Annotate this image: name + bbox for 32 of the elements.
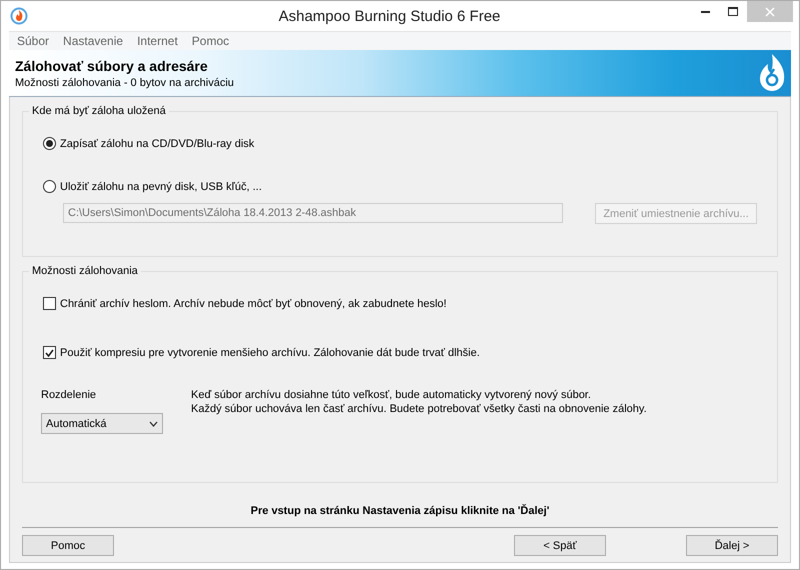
wizard-button[interactable]: Ďalej >: [686, 535, 778, 556]
group-title: Možnosti zálohovania: [31, 265, 139, 277]
radio-label: Uložiť zálohu na pevný disk, USB kľúč, ...: [60, 180, 262, 192]
checkbox-label: Použiť kompresiu pre vytvorenie menšieho archívu. Zálohovanie dát bude trvať dlhšie.: [60, 346, 480, 358]
menu-item[interactable]: Pomoc: [192, 34, 230, 48]
minimize-icon: [700, 10, 710, 13]
wizard-button[interactable]: Pomoc: [22, 535, 114, 556]
hint-text: Pre vstup na stránku Nastavenia zápisu kliknite na 'Ďalej': [250, 505, 550, 517]
radio-button[interactable]: [43, 137, 56, 150]
flame-logo-icon: [10, 7, 28, 25]
chevron-down-icon: [149, 420, 158, 426]
page-title: Zálohovať súbory a adresáre: [15, 58, 209, 74]
menu-item[interactable]: Internet: [137, 34, 178, 48]
checkbox[interactable]: [43, 297, 56, 310]
split-description: Keď súbor archívu dosiahne túto veľkosť, bude automaticky vytvorený nový súbor.: [191, 389, 592, 401]
split-dropdown[interactable]: Automatická: [41, 413, 163, 434]
split-label: Rozdelenie: [41, 389, 98, 401]
radio-label: Zapísať zálohu na CD/DVD/Blu-ray disk: [60, 138, 254, 150]
menu-item[interactable]: Nastavenie: [63, 34, 124, 48]
menu-item[interactable]: Súbor: [17, 34, 50, 48]
flame-logo-icon: [759, 53, 785, 93]
page-subtitle: Možnosti zálohovania - 0 bytov na archiváciu: [15, 76, 235, 88]
radio-button[interactable]: [43, 180, 56, 193]
window-title: Ashampoo Burning Studio 6 Free: [278, 8, 502, 24]
group-title: Kde má byť záloha uložená: [31, 105, 167, 117]
wizard-button[interactable]: < Späť: [514, 535, 606, 556]
check-icon: [45, 348, 54, 356]
checkbox[interactable]: [43, 346, 56, 359]
checkbox-label: Chrániť archív heslom. Archív nebude môcť byť obnovený, ak zabudnete heslo!: [60, 298, 447, 310]
close-icon: [765, 6, 775, 16]
maximize-icon: [728, 7, 738, 16]
split-description: Každý súbor uchováva len časť archívu. Budete potrebovať všetky časti na obnovenie zálohy.: [191, 403, 647, 415]
